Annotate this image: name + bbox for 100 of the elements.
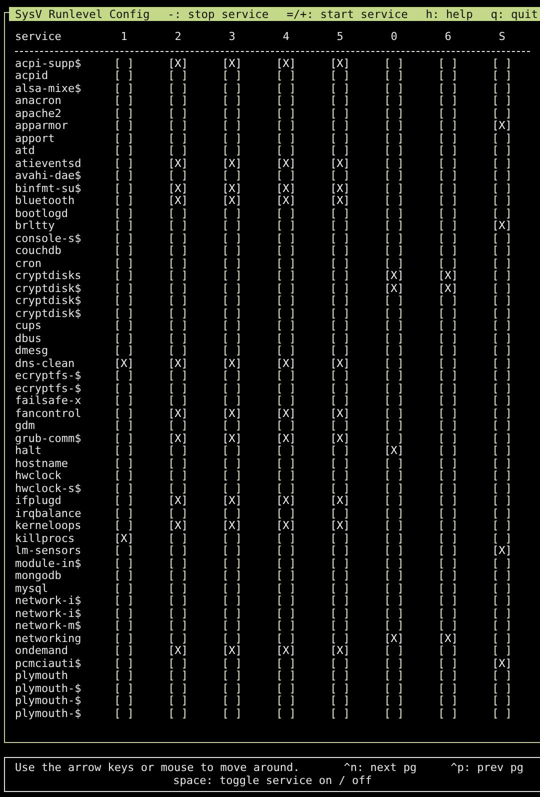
runlevel-checkbox[interactable]: [ ]	[222, 108, 242, 120]
runlevel-checkbox[interactable]: [ ]	[492, 645, 512, 658]
runlevel-checkbox[interactable]: [ ]	[330, 532, 350, 545]
runlevel-checkbox[interactable]: [ ]	[438, 420, 458, 432]
runlevel-checkbox[interactable]: [X]	[222, 358, 242, 370]
runlevel-checkbox[interactable]: [ ]	[438, 695, 458, 708]
runlevel-checkbox[interactable]: [ ]	[114, 458, 134, 470]
runlevel-checkbox[interactable]: [ ]	[114, 232, 134, 245]
runlevel-checkbox[interactable]: [ ]	[222, 632, 242, 645]
runlevel-checkbox[interactable]: [ ]	[276, 132, 296, 145]
service-name[interactable]: atieventsd	[15, 158, 82, 170]
service-name[interactable]: console-s$	[15, 232, 82, 245]
runlevel-checkbox[interactable]: [ ]	[114, 195, 134, 208]
service-name[interactable]: grub-comm$	[15, 432, 82, 445]
runlevel-checkbox[interactable]: [ ]	[492, 320, 512, 332]
runlevel-checkbox[interactable]: [ ]	[276, 582, 296, 595]
runlevel-checkbox[interactable]: [ ]	[168, 708, 188, 720]
runlevel-checkbox[interactable]: [ ]	[168, 558, 188, 570]
runlevel-checkbox[interactable]: [ ]	[222, 420, 242, 432]
runlevel-checkbox[interactable]: [ ]	[438, 432, 458, 445]
runlevel-checkbox[interactable]: [ ]	[384, 408, 404, 420]
runlevel-checkbox[interactable]: [ ]	[114, 708, 134, 720]
runlevel-checkbox[interactable]: [ ]	[330, 620, 350, 632]
runlevel-checkbox[interactable]: [ ]	[384, 658, 404, 670]
runlevel-checkbox[interactable]: [ ]	[114, 395, 134, 408]
runlevel-checkbox[interactable]: [ ]	[438, 208, 458, 220]
runlevel-checkbox[interactable]: [ ]	[438, 220, 458, 232]
runlevel-checkbox[interactable]: [ ]	[114, 370, 134, 382]
runlevel-checkbox[interactable]: [ ]	[168, 632, 188, 645]
runlevel-checkbox[interactable]: [ ]	[384, 195, 404, 208]
runlevel-checkbox[interactable]: [ ]	[276, 558, 296, 570]
service-name[interactable]: ecryptfs-$	[15, 382, 82, 395]
runlevel-checkbox[interactable]: [ ]	[492, 82, 512, 95]
runlevel-checkbox[interactable]: [ ]	[384, 220, 404, 232]
runlevel-checkbox[interactable]: [ ]	[384, 345, 404, 358]
runlevel-checkbox[interactable]: [ ]	[330, 420, 350, 432]
service-name[interactable]: kerneloops	[15, 520, 82, 532]
runlevel-checkbox[interactable]: [X]	[222, 520, 242, 532]
runlevel-checkbox[interactable]: [ ]	[384, 670, 404, 682]
runlevel-checkbox[interactable]: [ ]	[168, 395, 188, 408]
runlevel-checkbox[interactable]: [ ]	[492, 620, 512, 632]
runlevel-checkbox[interactable]: [ ]	[168, 620, 188, 632]
runlevel-checkbox[interactable]: [X]	[330, 645, 350, 658]
runlevel-checkbox[interactable]: [ ]	[222, 570, 242, 582]
runlevel-checkbox[interactable]: [ ]	[114, 295, 134, 308]
runlevel-checkbox[interactable]: [ ]	[276, 420, 296, 432]
service-name[interactable]: irqbalance	[15, 508, 82, 520]
runlevel-checkbox[interactable]: [ ]	[168, 482, 188, 495]
runlevel-checkbox[interactable]: [ ]	[492, 558, 512, 570]
runlevel-checkbox[interactable]: [ ]	[114, 570, 134, 582]
runlevel-checkbox[interactable]: [ ]	[438, 570, 458, 582]
runlevel-checkbox[interactable]: [ ]	[168, 470, 188, 482]
runlevel-checkbox[interactable]: [ ]	[438, 595, 458, 608]
runlevel-checkbox[interactable]: [X]	[222, 432, 242, 445]
runlevel-checkbox[interactable]: [ ]	[384, 695, 404, 708]
runlevel-checkbox[interactable]: [ ]	[114, 95, 134, 108]
service-name[interactable]: halt	[15, 445, 42, 458]
runlevel-checkbox[interactable]: [ ]	[492, 420, 512, 432]
runlevel-checkbox[interactable]: [ ]	[276, 370, 296, 382]
runlevel-checkbox[interactable]: [ ]	[438, 558, 458, 570]
runlevel-checkbox[interactable]: [ ]	[438, 132, 458, 145]
service-name[interactable]: couchdb	[15, 245, 62, 258]
runlevel-checkbox[interactable]: [ ]	[492, 495, 512, 508]
runlevel-checkbox[interactable]: [ ]	[168, 370, 188, 382]
runlevel-checkbox[interactable]: [ ]	[330, 708, 350, 720]
runlevel-checkbox[interactable]: [ ]	[330, 482, 350, 495]
runlevel-checkbox[interactable]: [ ]	[168, 295, 188, 308]
service-name[interactable]: cryptdisk$	[15, 282, 82, 295]
runlevel-checkbox[interactable]: [ ]	[168, 282, 188, 295]
runlevel-checkbox[interactable]: [ ]	[114, 108, 134, 120]
service-name[interactable]: brltty	[15, 220, 55, 232]
runlevel-checkbox[interactable]: [ ]	[492, 258, 512, 270]
runlevel-checkbox[interactable]: [X]	[384, 282, 404, 295]
runlevel-checkbox[interactable]: [ ]	[384, 120, 404, 132]
runlevel-checkbox[interactable]: [ ]	[492, 458, 512, 470]
runlevel-checkbox[interactable]: [X]	[330, 58, 350, 70]
runlevel-checkbox[interactable]: [ ]	[330, 682, 350, 695]
runlevel-checkbox[interactable]: [ ]	[276, 170, 296, 182]
runlevel-checkbox[interactable]: [ ]	[114, 470, 134, 482]
runlevel-checkbox[interactable]: [ ]	[276, 708, 296, 720]
runlevel-checkbox[interactable]: [ ]	[222, 695, 242, 708]
runlevel-checkbox[interactable]: [X]	[222, 195, 242, 208]
runlevel-checkbox[interactable]: [ ]	[492, 132, 512, 145]
runlevel-checkbox[interactable]: [ ]	[438, 532, 458, 545]
runlevel-checkbox[interactable]: [ ]	[276, 620, 296, 632]
service-name[interactable]: cron	[15, 258, 42, 270]
runlevel-checkbox[interactable]: [ ]	[438, 295, 458, 308]
runlevel-checkbox[interactable]: [ ]	[276, 120, 296, 132]
runlevel-checkbox[interactable]: [ ]	[492, 445, 512, 458]
runlevel-checkbox[interactable]: [ ]	[222, 620, 242, 632]
runlevel-checkbox[interactable]: [ ]	[492, 182, 512, 195]
runlevel-checkbox[interactable]: [ ]	[114, 332, 134, 345]
runlevel-checkbox[interactable]: [ ]	[438, 108, 458, 120]
runlevel-checkbox[interactable]: [ ]	[330, 582, 350, 595]
runlevel-checkbox[interactable]: [ ]	[492, 108, 512, 120]
runlevel-checkbox[interactable]: [ ]	[114, 58, 134, 70]
runlevel-checkbox[interactable]: [ ]	[114, 382, 134, 395]
runlevel-checkbox[interactable]: [ ]	[168, 445, 188, 458]
runlevel-checkbox[interactable]: [X]	[438, 270, 458, 282]
runlevel-checkbox[interactable]: [ ]	[276, 470, 296, 482]
